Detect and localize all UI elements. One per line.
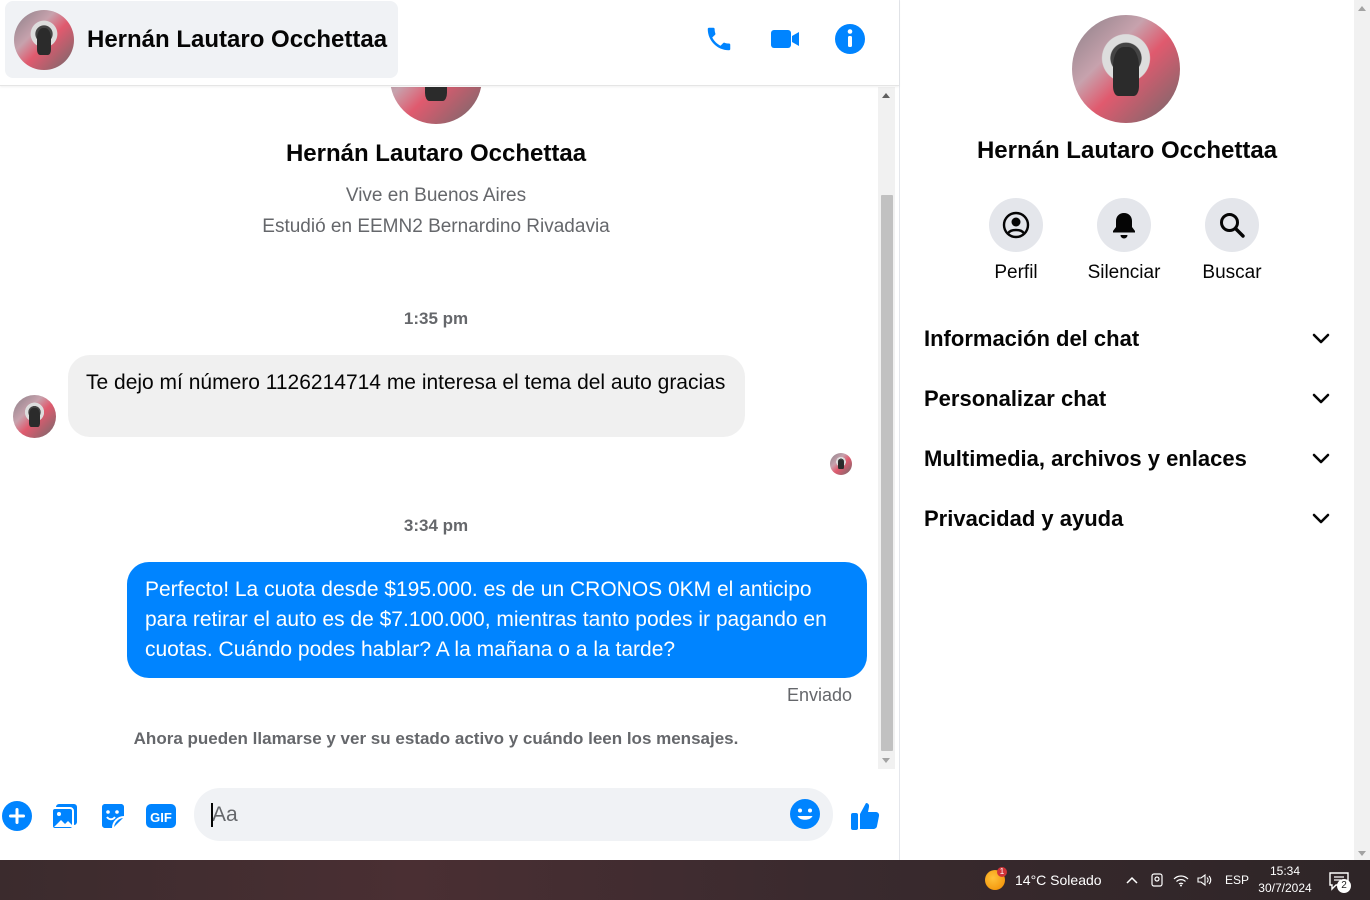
messenger-window: Hernán Lautaro Occhettaa Hernán Lautaro …	[0, 0, 1370, 900]
chevron-down-icon	[1312, 453, 1330, 464]
meet-now-icon[interactable]	[1149, 872, 1165, 888]
panel-scrollbar[interactable]	[1354, 0, 1370, 860]
text-cursor	[211, 803, 213, 827]
search-button[interactable]: Buscar	[1177, 198, 1287, 284]
scroll-up-arrow-icon[interactable]	[1358, 6, 1366, 11]
side-panel-name: Hernán Lautaro Occhettaa	[976, 137, 1278, 164]
language-indicator[interactable]: ESP	[1225, 873, 1249, 887]
sent-status: Enviado	[786, 685, 852, 705]
contact-name: Hernán Lautaro Occhettaa	[87, 25, 388, 53]
info-icon[interactable]	[833, 22, 867, 56]
chevron-down-icon	[1312, 393, 1330, 404]
image-icon[interactable]	[48, 799, 82, 833]
profile-avatar[interactable]	[1072, 15, 1180, 123]
profile-avatar	[390, 87, 482, 124]
profile-location: Vive en Buenos Aires	[345, 185, 527, 206]
clock[interactable]: 15:34 30/7/2024	[1250, 863, 1320, 897]
scroll-down-arrow-icon[interactable]	[882, 758, 890, 763]
section-chat-info[interactable]: Información del chat	[924, 319, 1330, 359]
message-timestamp: 1:35 pm	[403, 309, 469, 328]
bell-icon[interactable]	[1097, 198, 1151, 252]
chevron-down-icon	[1312, 333, 1330, 344]
like-icon[interactable]	[848, 799, 882, 833]
section-label: Información del chat	[924, 326, 1140, 351]
message-list[interactable]: Hernán Lautaro Occhettaa Vive en Buenos …	[0, 87, 878, 769]
outgoing-message[interactable]: Perfecto! La cuota desde $195.000. es de…	[127, 562, 867, 678]
profile-education: Estudió en EEMN2 Bernardino Rivadavia	[262, 216, 610, 237]
section-label: Multimedia, archivos y enlaces	[924, 446, 1247, 471]
chevron-up-icon[interactable]	[1124, 872, 1140, 888]
gif-label: GIF	[150, 810, 172, 825]
emoji-icon[interactable]	[789, 798, 823, 832]
plus-icon[interactable]	[0, 799, 34, 833]
section-media-files-links[interactable]: Multimedia, archivos y enlaces	[924, 439, 1330, 479]
gif-icon[interactable]: GIF	[144, 799, 178, 833]
profile-button[interactable]: Perfil	[961, 198, 1071, 284]
incoming-message[interactable]: Te dejo mí número 1126214714 me interesa…	[68, 355, 745, 437]
section-customize-chat[interactable]: Personalizar chat	[924, 379, 1330, 419]
sender-avatar[interactable]	[13, 395, 56, 438]
chat-header: Hernán Lautaro Occhettaa	[0, 0, 899, 86]
section-privacy-help[interactable]: Privacidad y ayuda	[924, 499, 1330, 539]
chevron-down-icon	[1312, 513, 1330, 524]
message-timestamp: 3:34 pm	[403, 516, 469, 535]
taskbar: 1 14°C Soleado ESP 15:34 30/7/2024 2	[0, 860, 1370, 900]
chat-notice: Ahora pueden llamarse y ver su estado ac…	[133, 729, 739, 748]
clock-date: 30/7/2024	[1258, 881, 1312, 895]
mute-button[interactable]: Silenciar	[1069, 198, 1179, 284]
profile-name: Hernán Lautaro Occhettaa	[285, 140, 587, 167]
search-label: Buscar	[1202, 262, 1262, 283]
section-label: Privacidad y ayuda	[924, 506, 1124, 531]
chat-column: Hernán Lautaro Occhettaa Hernán Lautaro …	[0, 0, 899, 860]
notification-count-badge: 2	[1337, 879, 1351, 893]
weather-text[interactable]: 14°C Soleado	[1015, 872, 1102, 888]
mute-label: Silenciar	[1087, 262, 1161, 283]
phone-icon[interactable]	[702, 22, 736, 56]
chat-details-panel: Hernán Lautaro Occhettaa Perfil Silencia…	[900, 0, 1354, 860]
video-camera-icon[interactable]	[768, 22, 802, 56]
profile-icon[interactable]	[989, 198, 1043, 252]
composer: GIF	[0, 770, 899, 860]
profile-label: Perfil	[994, 262, 1038, 283]
scroll-up-arrow-icon[interactable]	[882, 93, 890, 98]
avatar	[14, 9, 74, 70]
volume-icon[interactable]	[1196, 872, 1212, 888]
sticker-icon[interactable]	[96, 799, 130, 833]
message-scrollbar[interactable]	[878, 87, 895, 769]
read-receipt-avatar	[830, 453, 852, 475]
scroll-thumb[interactable]	[881, 195, 893, 751]
search-icon[interactable]	[1205, 198, 1259, 252]
message-input[interactable]	[194, 788, 833, 841]
weather-alert-badge: 1	[997, 867, 1007, 877]
section-label: Personalizar chat	[924, 386, 1107, 411]
clock-time: 15:34	[1269, 864, 1301, 878]
contact-header-button[interactable]: Hernán Lautaro Occhettaa	[5, 1, 398, 78]
scroll-down-arrow-icon[interactable]	[1358, 851, 1366, 856]
wifi-icon[interactable]	[1173, 872, 1189, 888]
